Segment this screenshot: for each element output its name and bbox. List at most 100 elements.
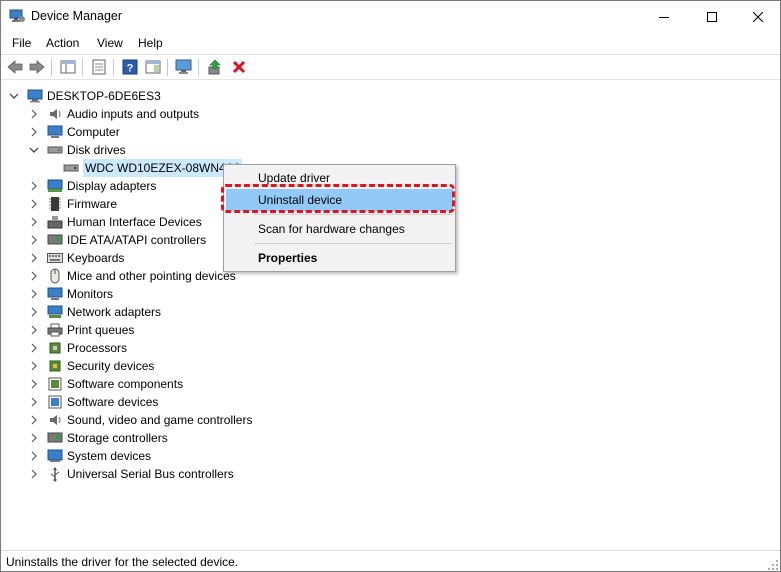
disk-drive-icon <box>63 160 79 176</box>
menu-file[interactable]: File <box>12 36 31 50</box>
tree-item-security[interactable]: Security devices <box>29 357 154 375</box>
computer-icon <box>27 88 43 104</box>
action-pane-icon <box>145 60 161 74</box>
tree-item-disk-drives[interactable]: Disk drives <box>29 141 126 159</box>
software-device-icon <box>47 394 63 410</box>
chevron-down-icon[interactable] <box>29 141 39 159</box>
red-x-icon <box>232 60 246 74</box>
context-scan-hardware[interactable]: Scan for hardware changes <box>226 218 453 240</box>
chevron-right-icon[interactable] <box>29 231 39 249</box>
status-bar: Uninstalls the driver for the selected d… <box>1 550 780 571</box>
tree-item-hid[interactable]: Human Interface Devices <box>29 213 202 231</box>
context-properties[interactable]: Properties <box>226 247 453 269</box>
device-manager-window: Device Manager File Action View Help ? D… <box>0 0 781 572</box>
display-adapter-icon <box>47 178 63 194</box>
tree-item-mice[interactable]: Mice and other pointing devices <box>29 267 236 285</box>
chevron-right-icon[interactable] <box>29 105 39 123</box>
tree-item-software-components[interactable]: Software components <box>29 375 183 393</box>
chevron-right-icon[interactable] <box>29 123 39 141</box>
chevron-right-icon[interactable] <box>29 429 39 447</box>
chip-icon <box>47 196 63 212</box>
selected-device-label: WDC WD10EZEX-08WN4A0 <box>83 159 243 177</box>
chevron-right-icon[interactable] <box>29 249 39 267</box>
tree-item-wdc-disk[interactable]: WDC WD10EZEX-08WN4A0 <box>63 159 243 177</box>
network-icon <box>47 304 63 320</box>
chevron-right-icon[interactable] <box>29 267 39 285</box>
chevron-right-icon[interactable] <box>29 213 39 231</box>
action-pane-button[interactable] <box>144 58 162 76</box>
tree-item-processors[interactable]: Processors <box>29 339 127 357</box>
maximize-icon <box>707 11 717 22</box>
back-button[interactable] <box>6 58 24 76</box>
window-title: Device Manager <box>31 9 123 23</box>
chevron-down-icon[interactable] <box>9 87 19 105</box>
storage-controller-icon <box>47 430 63 446</box>
tree-item-computer[interactable]: Computer <box>29 123 120 141</box>
minimize-icon <box>659 16 669 18</box>
tree-item-storage[interactable]: Storage controllers <box>29 429 168 447</box>
minimize-button[interactable] <box>641 1 687 32</box>
speaker-icon <box>47 106 63 122</box>
tree-item-firmware[interactable]: Firmware <box>29 195 117 213</box>
help-icon: ? <box>122 59 138 75</box>
chevron-right-icon[interactable] <box>29 447 39 465</box>
chevron-right-icon[interactable] <box>29 195 39 213</box>
close-icon <box>753 11 763 22</box>
monitor-icon <box>47 124 63 140</box>
close-button[interactable] <box>735 1 781 32</box>
printer-icon <box>47 322 63 338</box>
usb-icon <box>47 466 63 482</box>
tree-item-monitors[interactable]: Monitors <box>29 285 113 303</box>
tree-item-sound[interactable]: Sound, video and game controllers <box>29 411 252 429</box>
chevron-right-icon[interactable] <box>29 375 39 393</box>
menu-action[interactable]: Action <box>46 36 79 50</box>
tree-item-ide[interactable]: IDE ATA/ATAPI controllers <box>29 231 206 249</box>
update-driver-toolbar-button[interactable] <box>206 58 224 76</box>
chevron-right-icon[interactable] <box>29 339 39 357</box>
chevron-right-icon[interactable] <box>29 357 39 375</box>
tree-item-keyboards[interactable]: Keyboards <box>29 249 124 267</box>
tree-item-print-queues[interactable]: Print queues <box>29 321 134 339</box>
disk-drive-icon <box>47 142 63 158</box>
chevron-right-icon[interactable] <box>29 303 39 321</box>
console-tree-icon <box>60 60 76 74</box>
toolbar: ? <box>1 54 780 80</box>
chevron-right-icon[interactable] <box>29 393 39 411</box>
forward-button[interactable] <box>28 58 46 76</box>
chevron-right-icon[interactable] <box>29 177 39 195</box>
mouse-icon <box>47 268 63 284</box>
chevron-right-icon[interactable] <box>29 321 39 339</box>
uninstall-toolbar-button[interactable] <box>230 58 248 76</box>
chevron-right-icon[interactable] <box>29 285 39 303</box>
status-text: Uninstalls the driver for the selected d… <box>6 555 239 569</box>
scan-hardware-button[interactable] <box>175 58 193 76</box>
menu-bar: File Action View Help <box>1 32 780 54</box>
forward-arrow-icon <box>29 60 45 74</box>
computer-name: DESKTOP-6DE6ES3 <box>47 89 161 103</box>
resize-grip-icon[interactable] <box>768 559 778 570</box>
menu-help[interactable]: Help <box>138 36 163 50</box>
properties-toolbar-button[interactable] <box>90 58 108 76</box>
tree-item-network[interactable]: Network adapters <box>29 303 161 321</box>
menu-view[interactable]: View <box>97 36 123 50</box>
maximize-button[interactable] <box>689 1 735 32</box>
back-arrow-icon <box>7 60 23 74</box>
chevron-right-icon[interactable] <box>29 465 39 483</box>
properties-sheet-icon <box>92 59 106 75</box>
keyboard-icon <box>47 250 63 266</box>
title-bar: Device Manager <box>1 1 780 32</box>
tree-item-software-devices[interactable]: Software devices <box>29 393 158 411</box>
tree-item-usb[interactable]: Universal Serial Bus controllers <box>29 465 234 483</box>
device-manager-app-icon <box>9 9 25 23</box>
show-hide-console-tree-button[interactable] <box>59 58 77 76</box>
processor-icon <box>47 340 63 356</box>
chevron-right-icon[interactable] <box>29 411 39 429</box>
security-chip-icon <box>47 358 63 374</box>
tree-root[interactable]: DESKTOP-6DE6ES3 <box>9 87 161 105</box>
help-toolbar-button[interactable]: ? <box>121 58 139 76</box>
uninstall-annotation-highlight <box>221 184 455 213</box>
tree-item-audio[interactable]: Audio inputs and outputs <box>29 105 199 123</box>
tree-item-system-devices[interactable]: System devices <box>29 447 151 465</box>
speaker-icon <box>47 412 63 428</box>
tree-item-display-adapters[interactable]: Display adapters <box>29 177 156 195</box>
